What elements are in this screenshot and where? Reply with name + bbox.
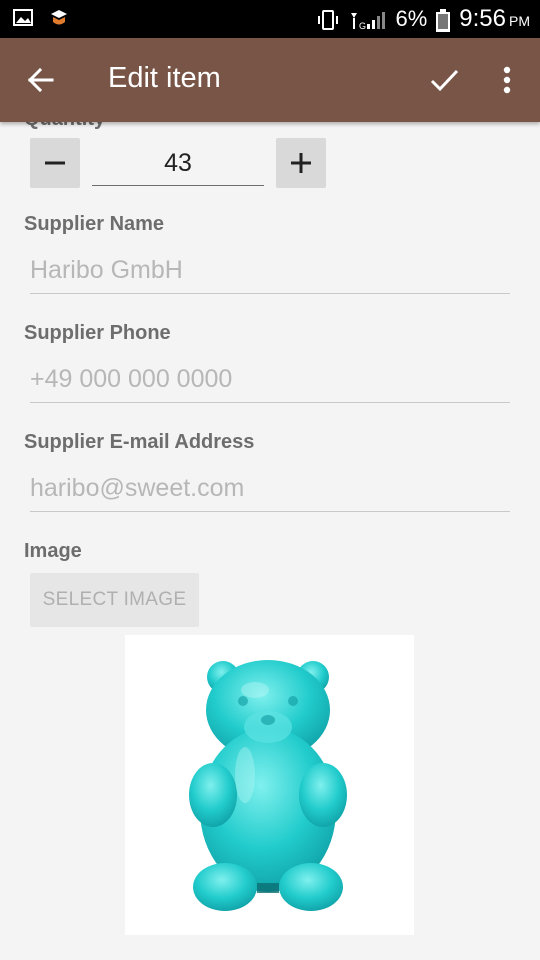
signal-icon: G	[347, 9, 387, 31]
plus-icon	[291, 153, 311, 173]
image-label: Image	[24, 540, 82, 562]
battery-percent: 6%	[395, 6, 428, 31]
image-preview	[125, 635, 414, 935]
svg-text:G: G	[359, 21, 366, 31]
clock: 9:56 PM	[459, 5, 530, 33]
supplier-name-label: Supplier Name	[24, 213, 165, 235]
supplier-phone-label: Supplier Phone	[24, 322, 171, 344]
supplier-name-input[interactable]: Haribo GmbH	[30, 250, 510, 294]
supplier-email-input[interactable]: haribo@sweet.com	[30, 468, 510, 512]
overflow-menu-button[interactable]	[494, 62, 520, 98]
supplier-email-label: Supplier E-mail Address	[24, 431, 255, 453]
check-icon	[430, 69, 459, 92]
select-image-button[interactable]: SELECT IMAGE	[30, 573, 199, 627]
edit-form: Quantity 43 Supplier Name Haribo GmbH Su…	[0, 122, 540, 960]
arrow-left-icon	[27, 67, 54, 93]
clock-time: 9:56	[459, 5, 506, 32]
quantity-decrement-button[interactable]	[30, 138, 80, 188]
gallery-icon	[12, 8, 34, 28]
quantity-increment-button[interactable]	[276, 138, 326, 188]
quantity-input[interactable]: 43	[92, 140, 264, 186]
save-button[interactable]	[425, 62, 465, 98]
status-bar: G 6% 9:56 PM	[0, 0, 540, 38]
battery-icon	[435, 9, 451, 32]
vibrate-icon	[317, 9, 339, 30]
minus-icon	[45, 161, 65, 165]
more-vert-icon	[503, 66, 511, 94]
page-title: Edit item	[108, 62, 221, 94]
clock-ampm: PM	[509, 13, 530, 29]
app-bar: Edit item	[0, 38, 540, 122]
gummy-bear-image	[189, 660, 347, 911]
supplier-phone-input[interactable]: +49 000 000 0000	[30, 359, 510, 403]
back-button[interactable]	[22, 62, 62, 98]
app-notification-icon	[48, 8, 70, 28]
quantity-label: Quantity	[24, 122, 105, 131]
